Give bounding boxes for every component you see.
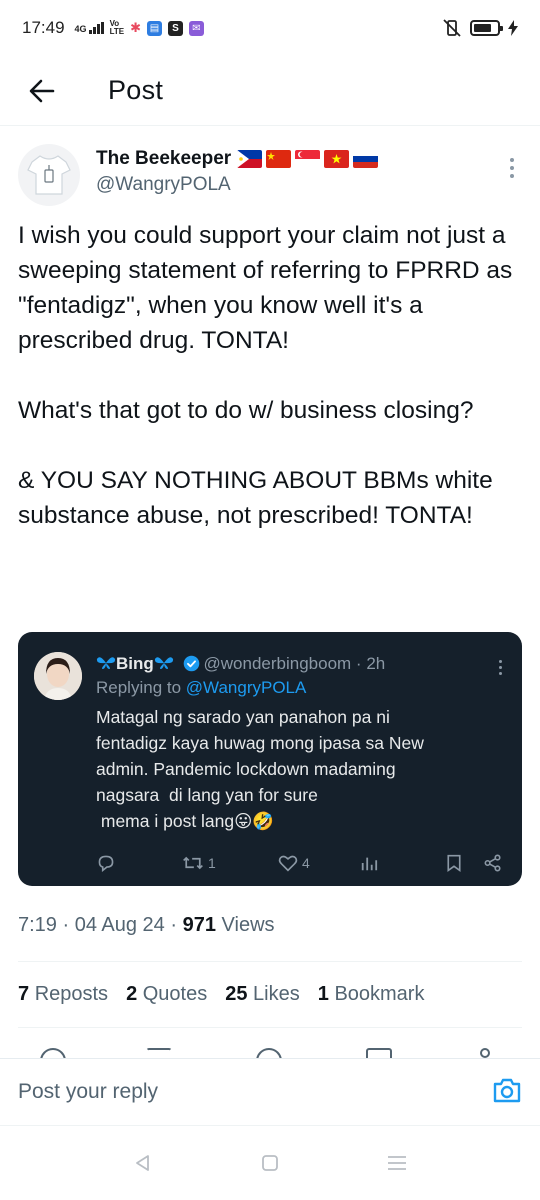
post-time: 7:19 <box>18 914 57 936</box>
author-meta: The Beekeeper @WangryPOLA <box>96 148 379 206</box>
quote-more-icon[interactable] <box>499 652 506 675</box>
nav-back-button[interactable] <box>123 1143 163 1183</box>
quote-views-button[interactable] <box>360 854 446 872</box>
repost-icon[interactable] <box>146 1048 172 1058</box>
divider <box>18 961 522 962</box>
nav-home-button[interactable] <box>250 1143 290 1183</box>
heart-icon <box>278 855 298 872</box>
menu-lines-icon <box>387 1156 406 1170</box>
replying-label: Replying to <box>96 678 182 697</box>
flag-list <box>237 150 379 168</box>
author-row: The Beekeeper @WangryPOLA <box>18 144 524 206</box>
post-paragraph: I wish you could support your claim not … <box>18 222 513 354</box>
status-icons: 4G Vo LTE ✱ ▤ S ✉ <box>75 20 204 36</box>
divider <box>18 1027 522 1028</box>
reply-bar[interactable]: Post your reply <box>0 1058 540 1126</box>
reply-input[interactable]: Post your reply <box>18 1080 158 1104</box>
quote-time: 2h <box>366 654 386 673</box>
quote-bookmark-button[interactable] <box>446 854 484 872</box>
quote-avatar[interactable] <box>34 652 82 700</box>
battery-fill <box>474 24 491 32</box>
purple-app-icon: ✉ <box>188 20 204 36</box>
post-paragraph: What's that got to do w/ business closin… <box>18 397 474 424</box>
triangle-back-icon <box>136 1155 150 1171</box>
quote-text: Matagal ng sarado yan panahon pa ni fent… <box>96 707 424 831</box>
battery-icon <box>470 20 503 36</box>
back-button[interactable] <box>0 61 84 121</box>
post-date: 04 Aug 24 <box>74 914 165 936</box>
avatar[interactable] <box>18 144 80 206</box>
status-right <box>442 19 518 37</box>
post-paragraph: & YOU SAY NOTHING ABOUT BBMs white subst… <box>18 467 493 529</box>
views-label: Views <box>221 914 275 936</box>
quote-repost-count: 1 <box>208 855 216 871</box>
reposts-stat[interactable]: 7 Reposts <box>18 983 108 1006</box>
butterfly-icon <box>154 657 173 669</box>
reply-icon <box>98 855 114 872</box>
quote-reply-button[interactable] <box>96 854 182 872</box>
share-icon[interactable] <box>480 1048 490 1058</box>
signal-icon: 4G <box>75 22 104 34</box>
post-text: I wish you could support your claim not … <box>18 218 524 533</box>
bookmark-icon <box>447 854 461 872</box>
app-header: Post <box>0 56 540 126</box>
status-bar: 17:49 4G Vo LTE ✱ ▤ S ✉ <box>0 0 540 56</box>
camera-button[interactable] <box>492 1076 522 1109</box>
views-chart-icon <box>361 857 378 871</box>
quote-author-name[interactable]: Bing <box>116 654 154 673</box>
likes-stat[interactable]: 25 Likes <box>225 983 300 1006</box>
camera-icon <box>493 1078 521 1102</box>
post-actions-row <box>0 1046 540 1058</box>
bookmarks-stat[interactable]: 1 Bookmark <box>318 983 425 1006</box>
star-app-icon: ✱ <box>130 20 141 35</box>
arrow-left-icon <box>29 79 55 102</box>
quote-actions: 1 4 <box>96 854 506 872</box>
tshirt-icon <box>27 155 71 195</box>
quotes-stat[interactable]: 2 Quotes <box>126 983 207 1006</box>
quote-like-count: 4 <box>302 855 310 871</box>
s-app-icon: S <box>167 20 183 36</box>
china-flag <box>266 150 292 168</box>
person-icon <box>34 652 82 700</box>
quote-like-button[interactable]: 4 <box>278 854 360 872</box>
repost-icon <box>183 856 203 870</box>
page-title: Post <box>108 75 164 105</box>
network-type: 4G <box>74 24 87 34</box>
philippines-flag <box>237 150 263 168</box>
butterfly-icon <box>96 657 116 669</box>
quoted-post-card[interactable]: Bing @wonderbingboom · 2h Replying to @W… <box>18 632 522 886</box>
author-name[interactable]: The Beekeeper <box>96 148 231 170</box>
square-home-icon <box>262 1155 278 1171</box>
engagement-stats: 7 Reposts 2 Quotes 25 Likes 1 Bookmark <box>18 983 424 1006</box>
quote-share-button[interactable] <box>484 854 502 872</box>
bookmark-icon[interactable] <box>366 1048 392 1058</box>
more-options-button[interactable] <box>500 144 524 206</box>
volte-indicator: Vo LTE <box>109 19 125 36</box>
russia-flag <box>353 150 379 168</box>
views-count: 971 <box>182 914 216 936</box>
nav-menu-button[interactable] <box>377 1143 417 1183</box>
vietnam-flag <box>324 150 350 168</box>
replying-to-handle[interactable]: @WangryPOLA <box>186 678 307 697</box>
heart-icon[interactable] <box>256 1048 282 1058</box>
mute-vibrate-icon <box>443 19 461 37</box>
status-time: 17:49 <box>22 18 65 37</box>
share-icon <box>484 854 501 872</box>
calendar-app-icon: ▤ <box>146 20 162 36</box>
reply-icon[interactable] <box>40 1048 66 1058</box>
singapore-flag <box>295 150 321 168</box>
verified-badge-icon <box>183 655 199 672</box>
post-timestamp: 7:19 · 04 Aug 24 · 971 Views <box>18 914 275 936</box>
author-handle[interactable]: @WangryPOLA <box>96 174 378 196</box>
quote-repost-button[interactable]: 1 <box>182 854 278 872</box>
system-nav-bar <box>0 1126 540 1200</box>
dot-separator: · <box>351 654 367 673</box>
quote-author-handle[interactable]: @wonderbingboom <box>204 654 352 673</box>
charging-icon <box>508 20 518 36</box>
